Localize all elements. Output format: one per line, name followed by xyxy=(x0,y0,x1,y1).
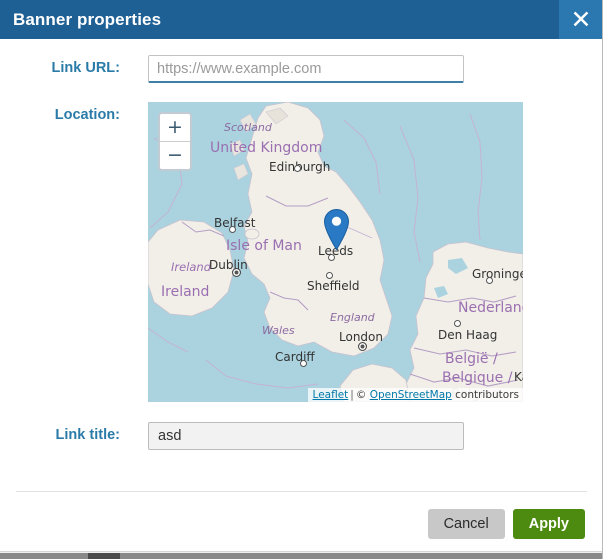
close-button[interactable]: ✕ xyxy=(559,0,602,39)
link-url-input[interactable] xyxy=(148,55,464,83)
banner-properties-dialog: Banner properties ✕ Link URL: Location: xyxy=(0,0,603,559)
link-url-label: Link URL: xyxy=(51,60,120,76)
link-title-row: Link title: xyxy=(28,422,464,450)
map-attribution: Leaflet | © OpenStreetMap contributors xyxy=(307,388,523,402)
attribution-contributors: contributors xyxy=(455,389,519,401)
apply-button[interactable]: Apply xyxy=(512,509,585,539)
link-title-input[interactable] xyxy=(148,422,464,450)
dialog-titlebar: Banner properties ✕ xyxy=(0,0,602,39)
location-row: Location: Scotland United Kingdom Edinbu… xyxy=(28,102,523,402)
link-url-row: Link URL: xyxy=(28,55,464,83)
attribution-copyright: © xyxy=(355,389,367,401)
map-tiles xyxy=(148,102,523,402)
dialog-title: Banner properties xyxy=(13,9,162,29)
scrollbar-track-right[interactable] xyxy=(120,553,602,559)
location-label: Location: xyxy=(54,107,120,123)
scrollbar-thumb[interactable] xyxy=(88,553,120,559)
zoom-out-button[interactable]: − xyxy=(160,142,190,169)
map-pin-icon[interactable] xyxy=(324,209,349,250)
footer-divider xyxy=(16,491,587,492)
openstreetmap-link[interactable]: OpenStreetMap xyxy=(370,389,452,401)
horizontal-scrollbar[interactable] xyxy=(0,551,602,559)
leaflet-link[interactable]: Leaflet xyxy=(313,389,349,401)
close-icon: ✕ xyxy=(570,5,592,34)
attribution-separator: | xyxy=(350,389,354,401)
location-map[interactable]: Scotland United Kingdom Edinburgh Belfast Is… xyxy=(148,102,523,402)
scrollbar-track-left[interactable] xyxy=(0,553,88,559)
cancel-button[interactable]: Cancel xyxy=(427,509,505,539)
link-title-label: Link title: xyxy=(55,427,120,443)
footer-button-group: Cancel Apply xyxy=(427,509,585,539)
dialog-body: Link URL: Location: xyxy=(0,39,602,559)
map-zoom-control: + − xyxy=(158,112,192,171)
zoom-in-button[interactable]: + xyxy=(160,114,190,142)
